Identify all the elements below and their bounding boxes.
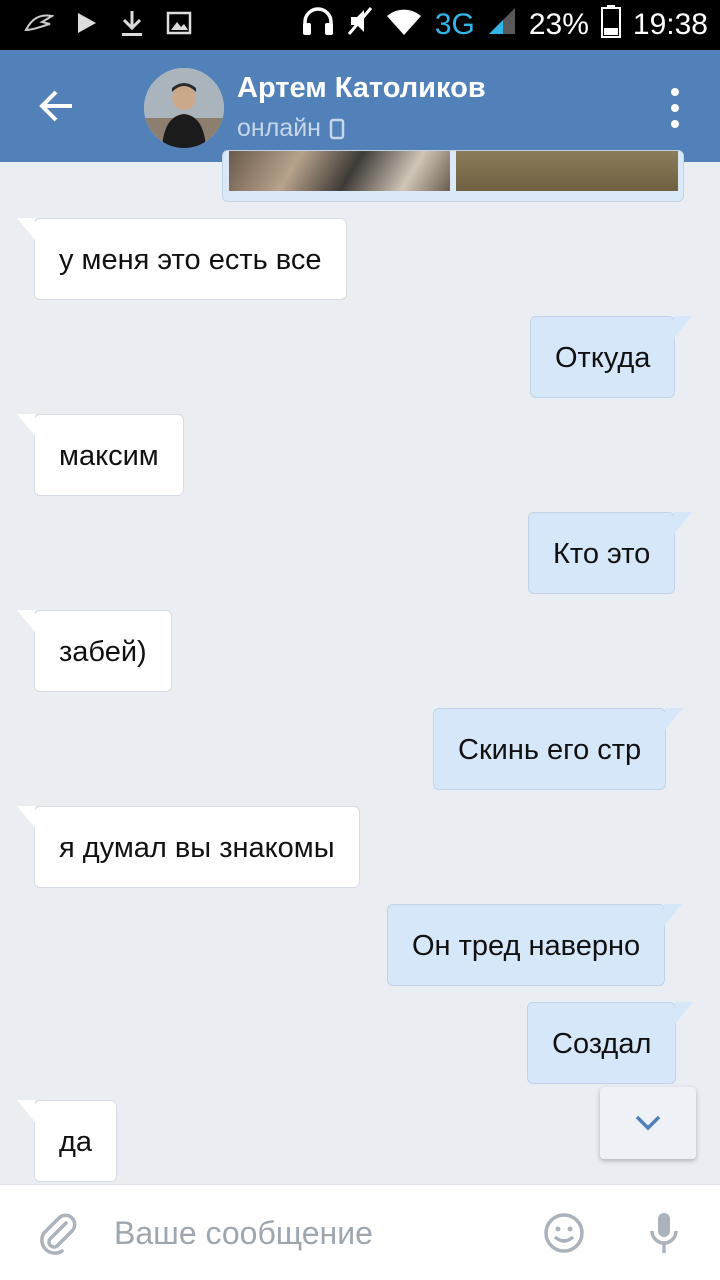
wifi-icon: [385, 6, 423, 44]
more-dot-icon: [671, 88, 679, 96]
headphones-icon: [301, 6, 335, 44]
battery-percent: 23%: [528, 8, 589, 41]
smiley-icon: [544, 1213, 584, 1253]
mute-icon: [347, 5, 373, 45]
message-input[interactable]: [114, 1205, 514, 1261]
status-bar: 3G 23% 19:38: [0, 0, 720, 50]
download-icon: [120, 9, 144, 42]
message-composer: [0, 1184, 720, 1280]
network-type: 3G: [434, 8, 475, 41]
mobile-phone-icon: [329, 118, 345, 139]
photo-attachment-message[interactable]: [222, 150, 684, 202]
voice-message-button[interactable]: [642, 1207, 686, 1259]
avatar[interactable]: [144, 68, 224, 148]
emoji-button[interactable]: [542, 1211, 586, 1255]
contact-name[interactable]: Артем Католиков: [237, 72, 486, 105]
photo-thumbnail[interactable]: [456, 151, 678, 191]
clock: 19:38: [632, 8, 708, 41]
arrow-left-icon: [39, 90, 72, 122]
incoming-message[interactable]: да: [16, 1100, 118, 1182]
signal-icon: [487, 6, 517, 44]
app-notification-icon: [24, 10, 55, 41]
outgoing-message[interactable]: Он тред наверно: [387, 904, 683, 986]
outgoing-message[interactable]: Скинь его стр: [433, 708, 684, 790]
outgoing-message[interactable]: Откуда: [530, 316, 693, 398]
more-options-button[interactable]: [660, 88, 690, 128]
status-text: онлайн: [237, 114, 321, 142]
incoming-message[interactable]: забей): [17, 610, 172, 692]
back-button[interactable]: [30, 80, 82, 132]
incoming-message[interactable]: я думал вы знакомы: [17, 806, 360, 888]
image-icon: [166, 11, 192, 40]
contact-status: онлайн: [237, 114, 345, 143]
chevron-down-icon: [635, 1115, 661, 1131]
photo-thumbnail[interactable]: [229, 151, 450, 191]
paperclip-icon: [40, 1213, 77, 1255]
more-dot-icon: [671, 120, 679, 128]
incoming-message[interactable]: максим: [17, 414, 184, 496]
play-icon: [76, 11, 98, 40]
more-dot-icon: [671, 104, 679, 112]
microphone-icon: [650, 1213, 678, 1253]
scroll-to-bottom-button[interactable]: [600, 1087, 696, 1159]
chat-header: Артем Католиков онлайн: [0, 50, 720, 162]
incoming-message[interactable]: у меня это есть все: [17, 218, 347, 300]
outgoing-message[interactable]: Создал: [527, 1002, 694, 1084]
attach-button[interactable]: [34, 1209, 82, 1257]
outgoing-message[interactable]: Кто это: [528, 512, 693, 594]
battery-icon: [600, 4, 621, 46]
